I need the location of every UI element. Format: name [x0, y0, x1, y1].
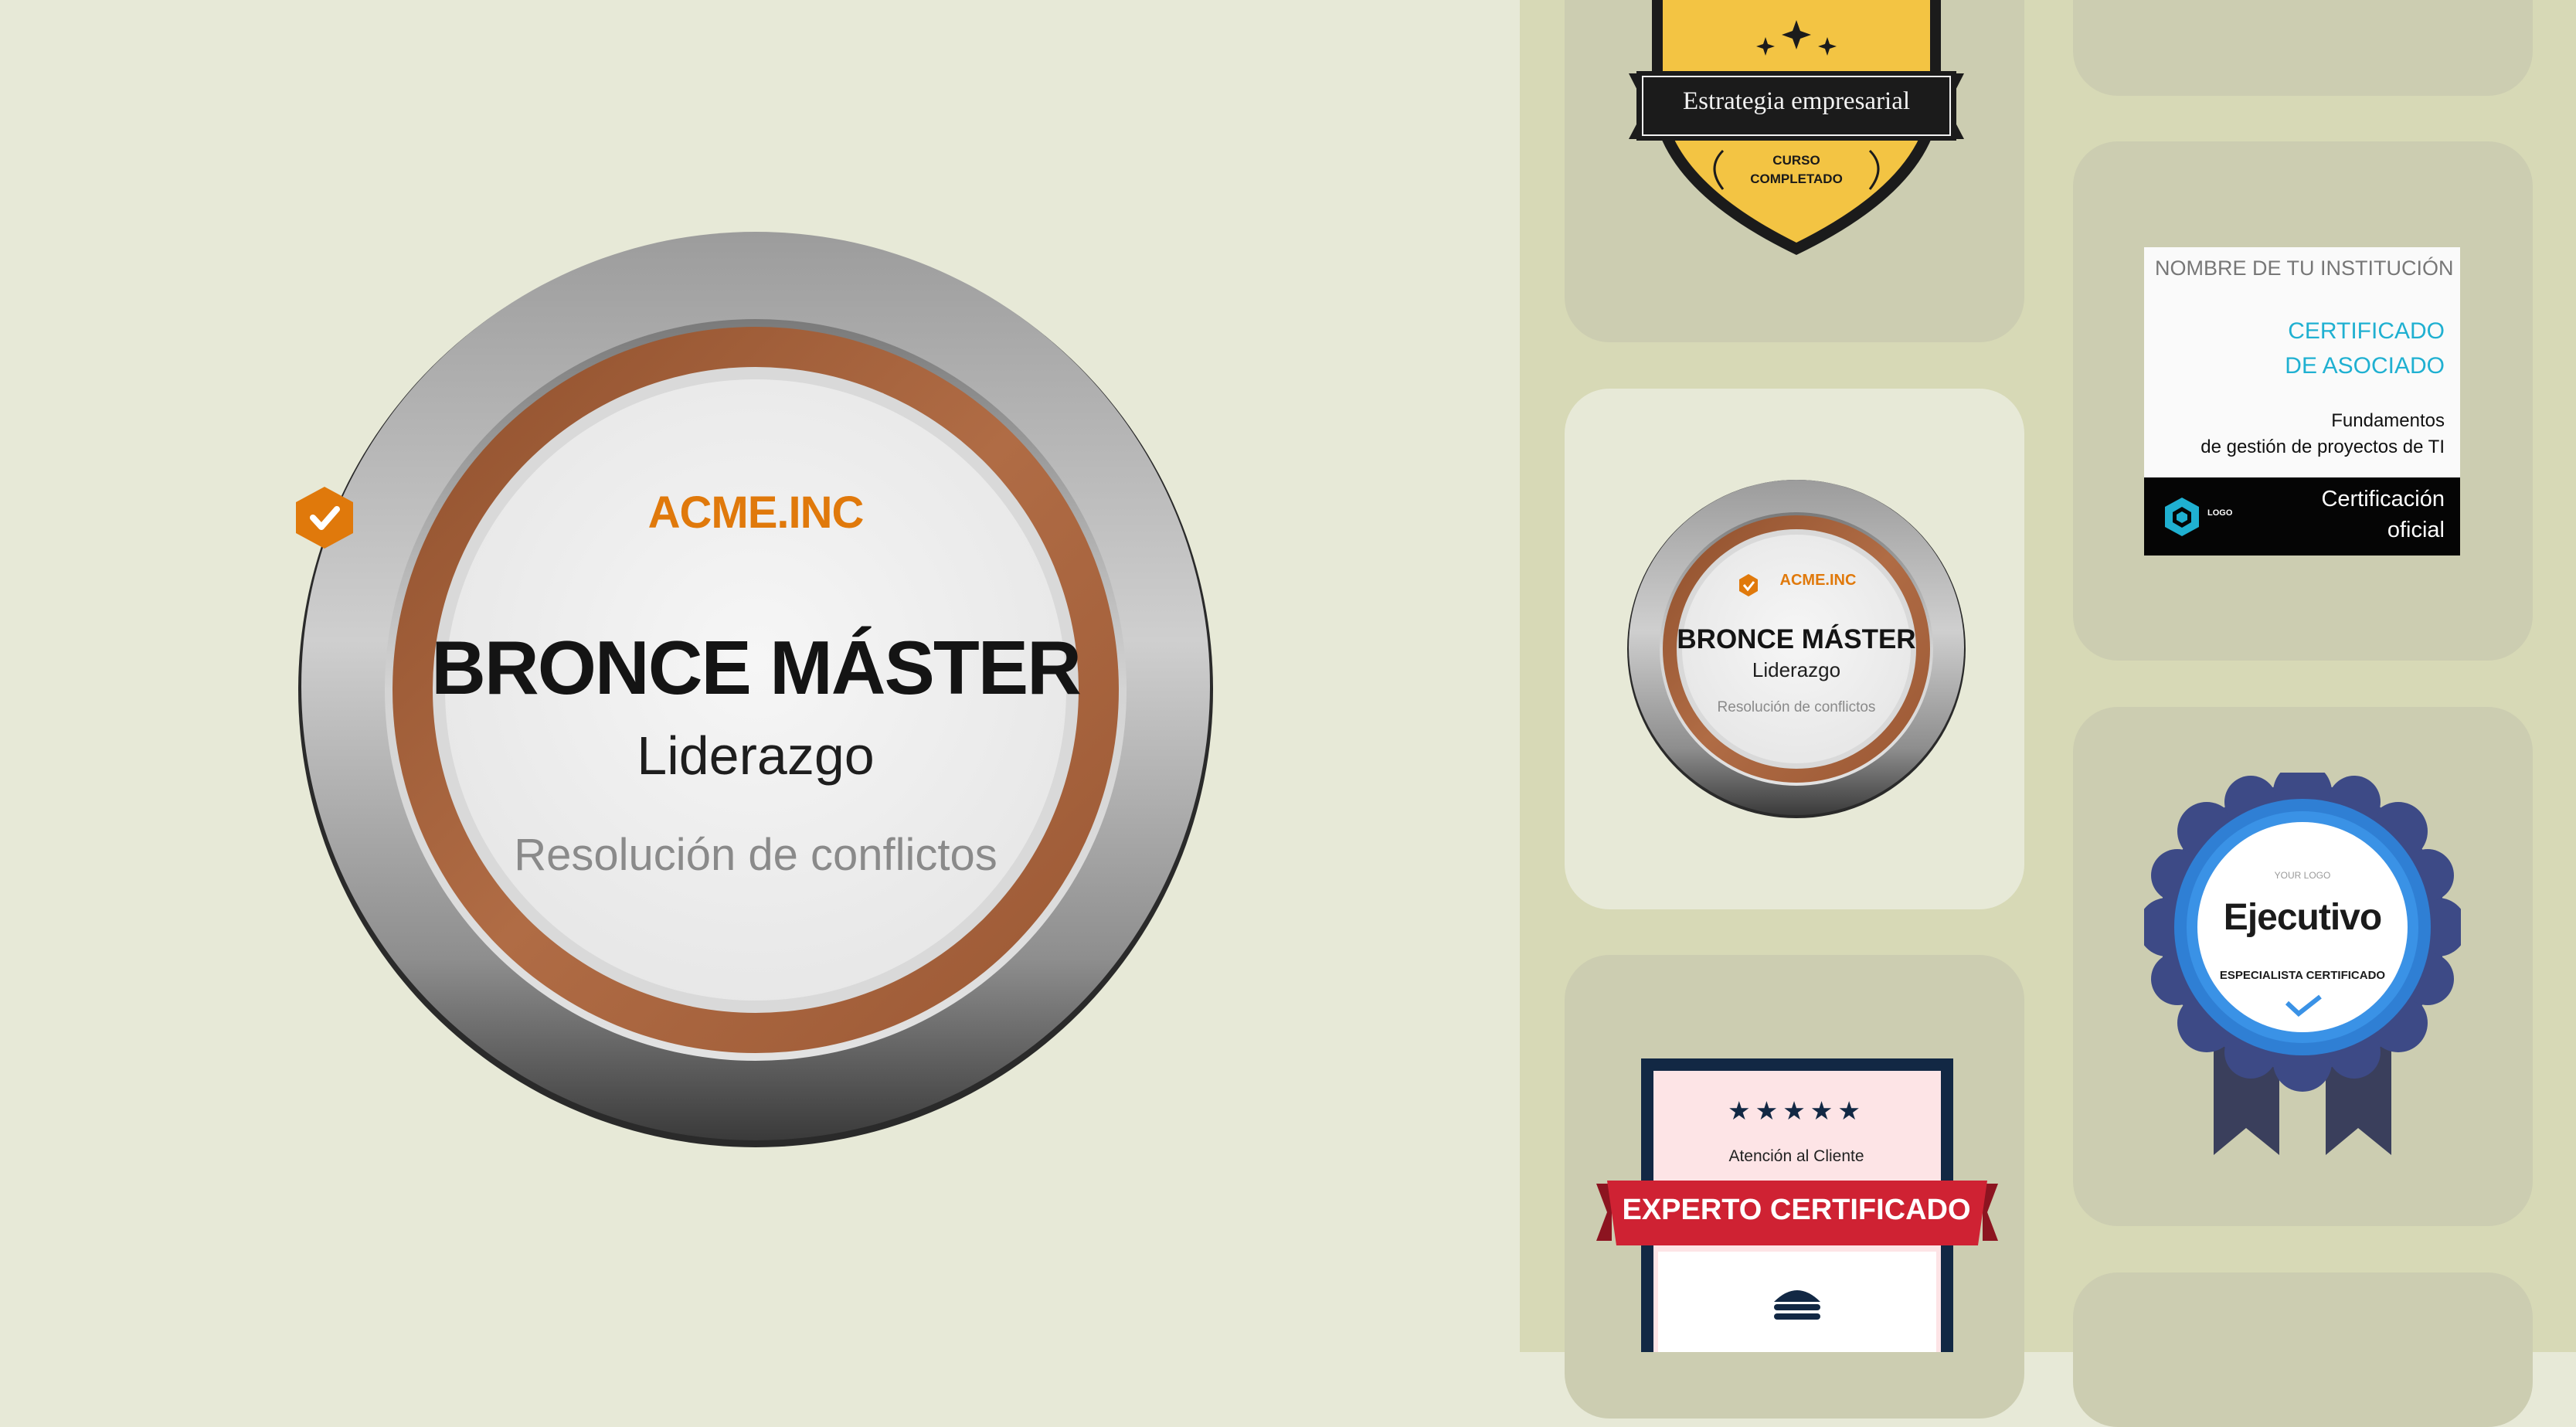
rating-stars: ★★★★★ — [1728, 1096, 1865, 1125]
certificate-footer-line1: Certificación — [2321, 487, 2445, 511]
certificate-footer-text: Certificación oficial — [2321, 484, 2445, 545]
cube-logo-icon — [2165, 498, 2199, 536]
certificate-course: Fundamentos de gestión de proyectos de T… — [2200, 408, 2445, 460]
certificate-course-line2: de gestión de proyectos de TI — [2200, 437, 2445, 457]
rosette-logo-text: YOUR LOGO — [2274, 870, 2331, 881]
certificate-footer: LOGO Certificación oficial — [2144, 477, 2460, 556]
associate-certificate: NOMBRE DE TU INSTITUCIÓN CERTIFICADO DE … — [2144, 247, 2460, 556]
shield-ribbon-text: Estrategia empresarial — [1682, 87, 1911, 115]
shield-completion-line2: COMPLETADO — [1750, 172, 1843, 186]
certificate-course-line1: Fundamentos — [2331, 410, 2445, 431]
institution-name: NOMBRE DE TU INSTITUCIÓN — [2155, 257, 2454, 280]
shield-completion-text: CURSO COMPLETADO — [1717, 151, 1876, 189]
certificate-footer-line2: oficial — [2387, 518, 2445, 542]
small-medal-logo-text: ACME.INC — [1779, 572, 1857, 589]
expert-subtitle: Atención al Cliente — [1728, 1147, 1864, 1165]
card-bottom-right[interactable] — [2073, 1272, 2533, 1427]
rosette-title: Ejecutivo — [2223, 897, 2382, 938]
hero-medal-text: ACME.INC BRONCE MÁSTER Liderazgo Resoluc… — [296, 230, 1215, 1150]
certificate-title-line2: DE ASOCIADO — [2285, 353, 2445, 379]
small-medal-title: BRONCE MÁSTER — [1677, 624, 1916, 654]
certificate-title-line1: CERTIFICADO — [2288, 318, 2445, 344]
badge-title: BRONCE MÁSTER — [431, 625, 1082, 710]
card-top-right[interactable] — [2073, 0, 2533, 96]
hero-medal-badge: ACME.INC BRONCE MÁSTER Liderazgo Resoluc… — [296, 230, 1215, 1150]
acme-logo-text: ACME.INC — [647, 488, 865, 538]
expert-ribbon-text: EXPERTO CERTIFICADO — [1622, 1194, 1971, 1226]
certificate-logo-text: LOGO — [2207, 508, 2233, 518]
small-medal-subtitle: Liderazgo — [1752, 658, 1841, 681]
shield-badge-graphic — [1629, 0, 1964, 255]
certificate-title: CERTIFICADO DE ASOCIADO — [2285, 314, 2445, 383]
rosette-subtitle: ESPECIALISTA CERTIFICADO — [2219, 969, 2386, 982]
rosette-badge-graphic — [2144, 773, 2461, 1155]
acme-logo: ACME.INC — [296, 487, 1215, 549]
badge-subtitle: Liderazgo — [637, 725, 875, 786]
small-medal-description: Resolución de conflictos — [1717, 699, 1876, 715]
hexagon-check-icon — [296, 487, 353, 549]
shield-completion-line1: CURSO — [1772, 153, 1820, 168]
badge-description: Resolución de conflictos — [514, 830, 997, 880]
